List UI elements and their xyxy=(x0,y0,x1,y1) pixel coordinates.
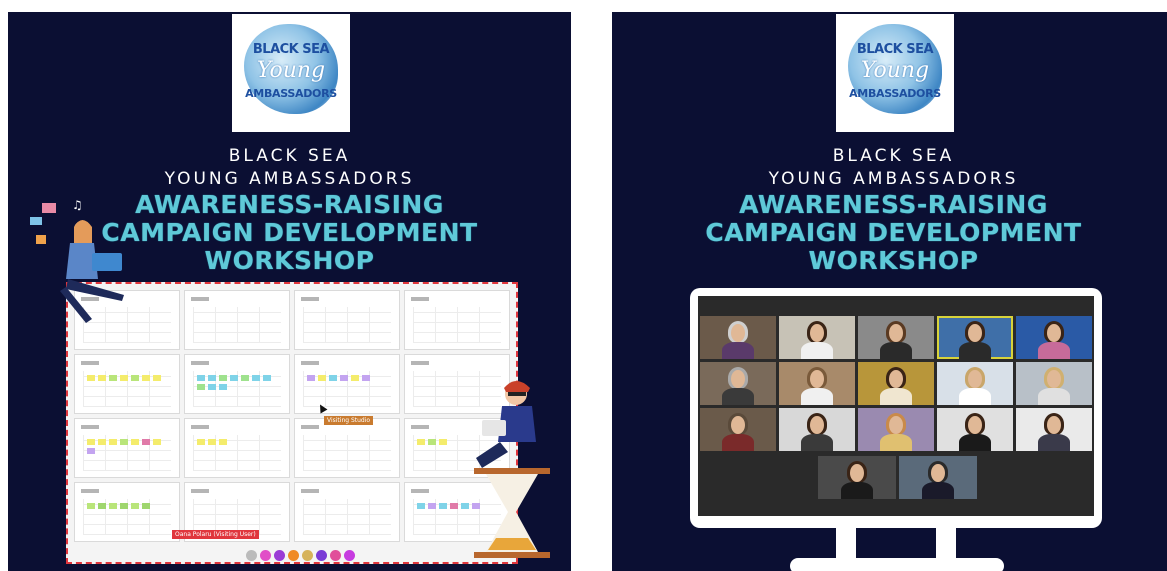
logo-line1: BLACK SEA xyxy=(252,42,330,57)
video-tile xyxy=(700,408,776,451)
sticky-notes xyxy=(87,503,167,533)
heart-icon xyxy=(36,235,46,244)
video-tile xyxy=(858,408,934,451)
svg-text:♫: ♫ xyxy=(72,198,83,212)
laptop-icon xyxy=(482,420,506,436)
video-tile xyxy=(937,362,1013,405)
video-grid xyxy=(700,316,1092,451)
avatar-bar xyxy=(246,550,355,561)
board-cell xyxy=(294,418,400,478)
avatar xyxy=(288,550,299,561)
video-tile xyxy=(937,408,1013,451)
heading-line1: BLACK SEA xyxy=(228,146,351,166)
board-cell xyxy=(184,418,290,478)
sticky-notes xyxy=(87,375,167,405)
chat-bubble-icon xyxy=(42,203,56,213)
woman-with-laptop-illustration: ♫ xyxy=(30,198,124,323)
chat-bubble-icon xyxy=(30,217,42,225)
video-tile xyxy=(700,362,776,405)
video-tile xyxy=(858,362,934,405)
video-tile xyxy=(779,316,855,359)
sticky-notes xyxy=(87,439,167,469)
video-tile xyxy=(858,316,934,359)
poster-left: BLACK SEA Young AMBASSADORS BLACK SEA YO… xyxy=(8,12,571,571)
heading-line3: AWARENESS-RAISING xyxy=(739,190,1048,219)
heading-line2: YOUNG AMBASSADORS xyxy=(164,169,415,189)
logo: BLACK SEA Young AMBASSADORS xyxy=(836,14,954,132)
heading-line5: WORKSHOP xyxy=(808,246,979,275)
avatar xyxy=(316,550,327,561)
video-tile xyxy=(700,316,776,359)
avatar xyxy=(260,550,271,561)
board-cell xyxy=(74,354,180,414)
board-cell xyxy=(184,290,290,350)
poster-right: BLACK SEA Young AMBASSADORS BLACK SEA YO… xyxy=(612,12,1167,571)
heading-line2: YOUNG AMBASSADORS xyxy=(768,169,1019,189)
logo-line2: Young xyxy=(256,58,326,83)
sticky-notes xyxy=(307,375,387,405)
avatar xyxy=(344,550,355,561)
heading-line1: BLACK SEA xyxy=(832,146,955,166)
board-cell xyxy=(294,482,400,542)
user-label-chip: Oana Polaru (Visiting User) xyxy=(172,530,259,539)
avatar xyxy=(274,550,285,561)
avatar xyxy=(246,550,257,561)
monitor-stand xyxy=(836,528,956,558)
cursor-tooltip: Visiting Studio xyxy=(324,416,374,425)
board-grid xyxy=(74,290,510,542)
laptop-icon xyxy=(92,253,122,271)
board-cell xyxy=(74,482,180,542)
board-cell xyxy=(294,290,400,350)
logo-line1: BLACK SEA xyxy=(856,42,934,57)
monitor-illustration xyxy=(690,288,1102,528)
sticky-notes xyxy=(417,439,497,469)
heading-line4: CAMPAIGN DEVELOPMENT xyxy=(705,218,1082,247)
sticky-notes xyxy=(197,375,277,405)
video-tile xyxy=(1016,362,1092,405)
monitor-base xyxy=(790,558,1004,571)
board-cell xyxy=(184,354,290,414)
video-tile xyxy=(818,456,896,499)
sticky-notes xyxy=(197,439,277,469)
video-tile xyxy=(779,362,855,405)
video-grid-last-row xyxy=(818,456,977,499)
video-call-screen xyxy=(698,296,1094,516)
video-tile xyxy=(779,408,855,451)
avatar xyxy=(302,550,313,561)
board-cell xyxy=(74,418,180,478)
board-cell xyxy=(294,354,400,414)
video-tile xyxy=(1016,408,1092,451)
logo: BLACK SEA Young AMBASSADORS xyxy=(232,14,350,132)
logo-line3: AMBASSADORS xyxy=(849,87,941,100)
video-tile xyxy=(1016,316,1092,359)
sticky-notes xyxy=(417,503,497,533)
logo-line3: AMBASSADORS xyxy=(245,87,337,100)
avatar xyxy=(330,550,341,561)
video-tile xyxy=(899,456,977,499)
video-tile-active-speaker xyxy=(937,316,1013,359)
board-cell xyxy=(404,290,510,350)
logo-line2: Young xyxy=(860,58,930,83)
